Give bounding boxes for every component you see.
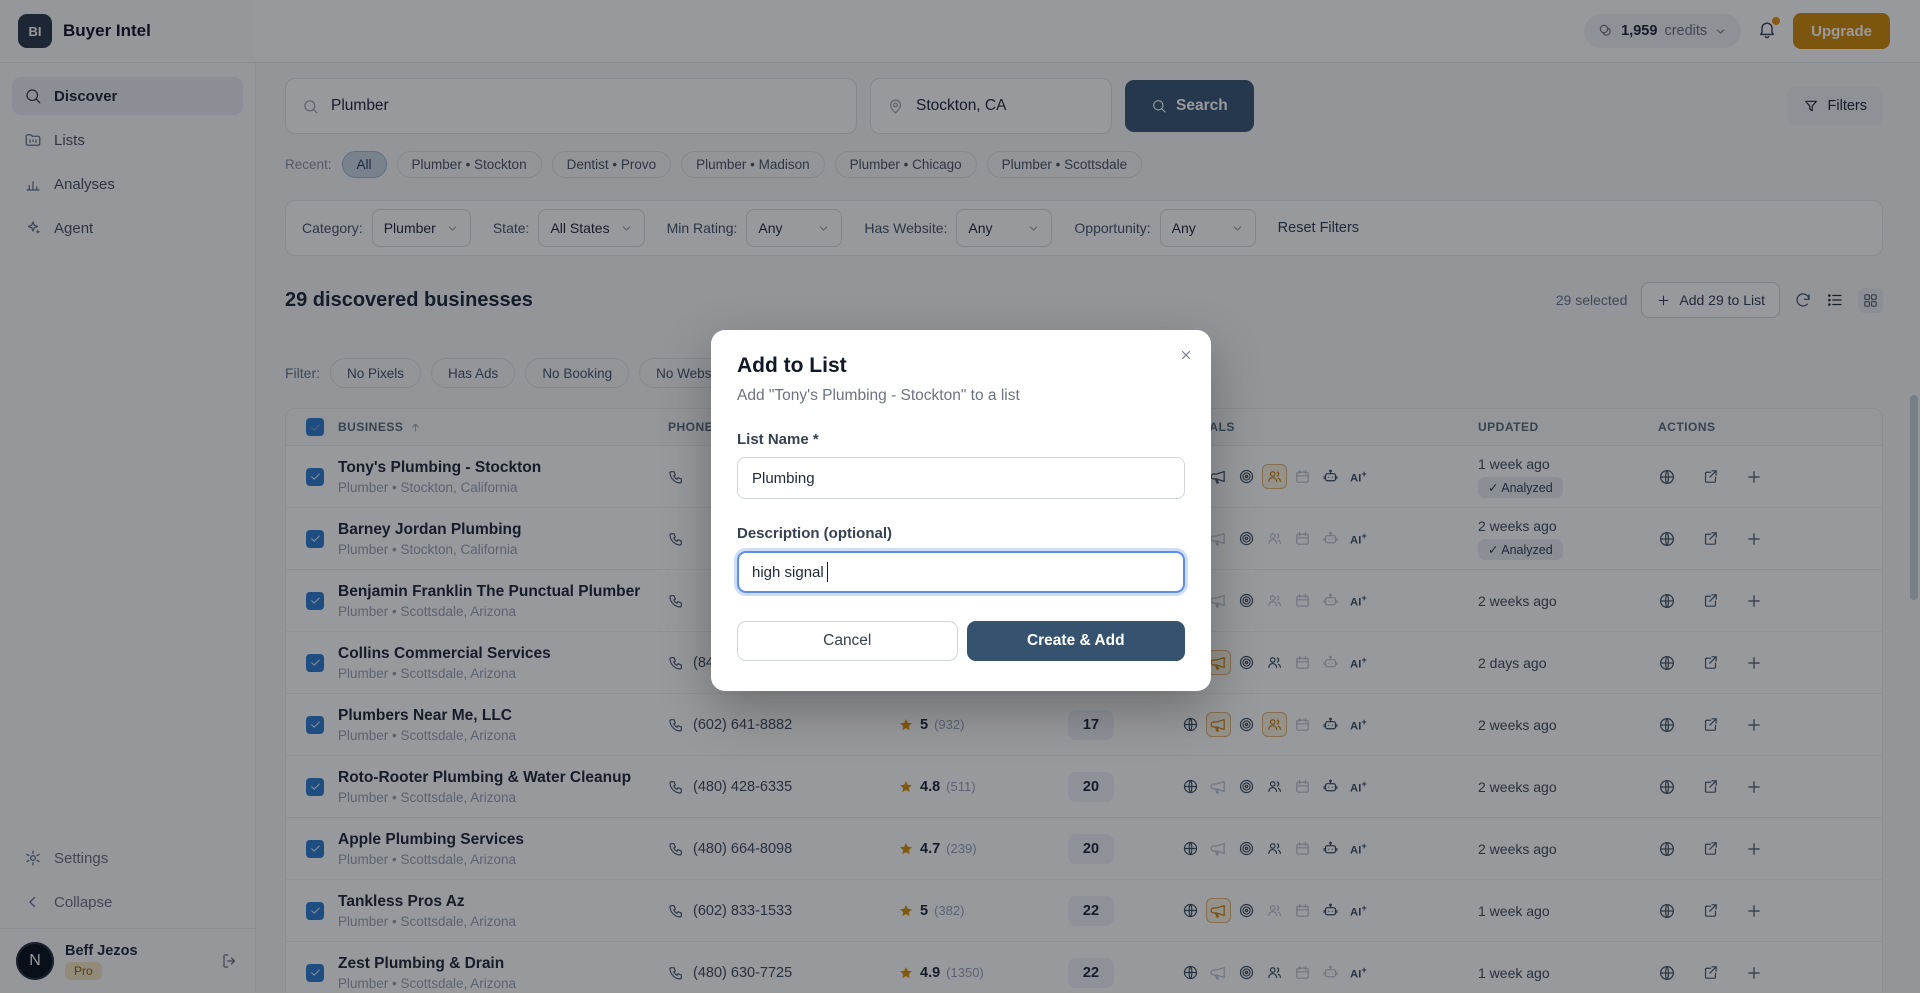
description-label: Description (optional) — [737, 525, 1185, 542]
list-name-label: List Name * — [737, 431, 1185, 448]
description-input[interactable]: high signal — [737, 551, 1185, 593]
list-name-input[interactable] — [737, 457, 1185, 499]
modal-subtitle: Add "Tony's Plumbing - Stockton" to a li… — [737, 387, 1185, 405]
create-add-button[interactable]: Create & Add — [967, 621, 1186, 661]
app-root: BI Buyer Intel Discover Lists Analyses A… — [0, 0, 1920, 993]
add-to-list-modal: Add to List Add "Tony's Plumbing - Stock… — [711, 330, 1211, 691]
text-caret — [827, 562, 829, 582]
cancel-button[interactable]: Cancel — [737, 621, 958, 661]
modal-title: Add to List — [737, 354, 1185, 378]
close-icon[interactable] — [1177, 346, 1195, 364]
